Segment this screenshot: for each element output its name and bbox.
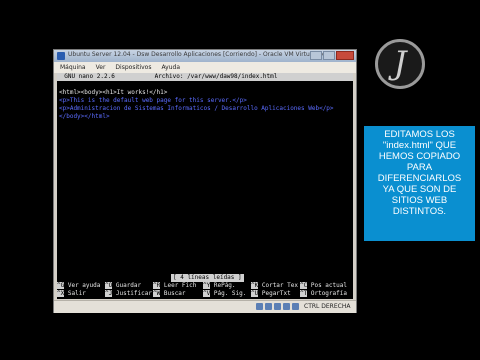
shortcut-item: ^X Salir xyxy=(57,290,86,297)
shortcut-item: ^T Ortografía xyxy=(300,290,347,297)
host-key-label: CTRL DERECHA xyxy=(304,303,351,310)
shortcut-item: ^K Cortar Tex xyxy=(251,282,298,289)
minimize-icon[interactable] xyxy=(310,51,322,60)
close-icon[interactable] xyxy=(336,51,354,60)
annotation-line: HEMOS COPIADO xyxy=(378,151,461,162)
network-icon[interactable] xyxy=(283,303,290,310)
shortcut-item: ^V Pág. Sig. xyxy=(203,290,247,297)
annotation-line: YA QUE SON DE xyxy=(382,184,457,195)
nano-version: GNU nano 2.2.6 xyxy=(64,73,115,80)
shortcut-item: ^R Leer Fich xyxy=(153,282,197,289)
editor-line: <p>Administracion de Sistemas Informatic… xyxy=(59,105,334,112)
shortcut-row-1: ^G Ver ayuda ^O Guardar ^R Leer Fich ^Y … xyxy=(57,282,353,290)
optical-drive-icon[interactable] xyxy=(265,303,272,310)
annotation-line: DIFERENCIARLOS xyxy=(377,173,462,184)
nano-header: GNU nano 2.2.6 Archivo: /var/www/daw98/i… xyxy=(57,73,353,81)
annotation-line: DISTINTOS. xyxy=(392,206,447,217)
shortcut-item: ^C Pos actual xyxy=(300,282,347,289)
menu-maquina[interactable]: Máquina xyxy=(60,62,86,73)
shared-folder-icon[interactable] xyxy=(292,303,299,310)
menu-bar: Máquina Ver Dispositivos Ayuda xyxy=(54,62,356,73)
terminal-screen[interactable]: GNU nano 2.2.6 Archivo: /var/www/daw98/i… xyxy=(57,73,353,299)
annotation-box: EDITAMOS LOS "index.html" QUE HEMOS COPI… xyxy=(364,126,475,241)
shortcut-row-2: ^X Salir ^J Justificar ^W Buscar ^V Pág.… xyxy=(57,290,353,298)
editor-line: </body></html> xyxy=(59,113,110,120)
logo-letter: J xyxy=(393,44,407,82)
editor-line: <html><body><h1>It works!</h1> xyxy=(59,89,168,96)
menu-ayuda[interactable]: Ayuda xyxy=(161,62,180,73)
shortcut-item: ^W Buscar xyxy=(153,290,186,297)
shortcut-item: ^O Guardar xyxy=(105,282,142,289)
window-title: Ubuntu Server 12.04 - Dsw Desarrollo Apl… xyxy=(68,51,327,58)
shortcut-item: ^G Ver ayuda xyxy=(57,282,101,289)
shortcut-item: ^Y RePág. xyxy=(203,282,236,289)
shortcut-item: ^J Justificar xyxy=(105,290,152,297)
annotation-line: SITIOS WEB xyxy=(391,195,448,206)
channel-logo: J xyxy=(375,39,425,89)
hard-disk-icon[interactable] xyxy=(256,303,263,310)
annotation-line: PARA xyxy=(406,162,433,173)
title-bar[interactable]: Ubuntu Server 12.04 - Dsw Desarrollo Apl… xyxy=(54,50,356,62)
vm-status-bar: CTRL DERECHA xyxy=(54,300,356,313)
virtualbox-window: Ubuntu Server 12.04 - Dsw Desarrollo Apl… xyxy=(53,49,357,313)
editor-line: <p>This is the default web page for this… xyxy=(59,97,247,104)
nano-file-label: Archivo: /var/www/daw98/index.html xyxy=(154,73,278,80)
menu-dispositivos[interactable]: Dispositivos xyxy=(115,62,151,73)
virtualbox-icon xyxy=(57,52,65,60)
annotation-line: "index.html" QUE xyxy=(382,140,457,151)
usb-icon[interactable] xyxy=(274,303,281,310)
nano-status: [ 4 líneas leídas ] xyxy=(171,274,244,282)
shortcut-item: ^U PegarTxt xyxy=(251,290,291,297)
menu-ver[interactable]: Ver xyxy=(96,62,106,73)
device-icons xyxy=(256,303,299,310)
annotation-line: EDITAMOS LOS xyxy=(384,129,455,140)
window-controls xyxy=(310,51,354,60)
maximize-icon[interactable] xyxy=(323,51,335,60)
